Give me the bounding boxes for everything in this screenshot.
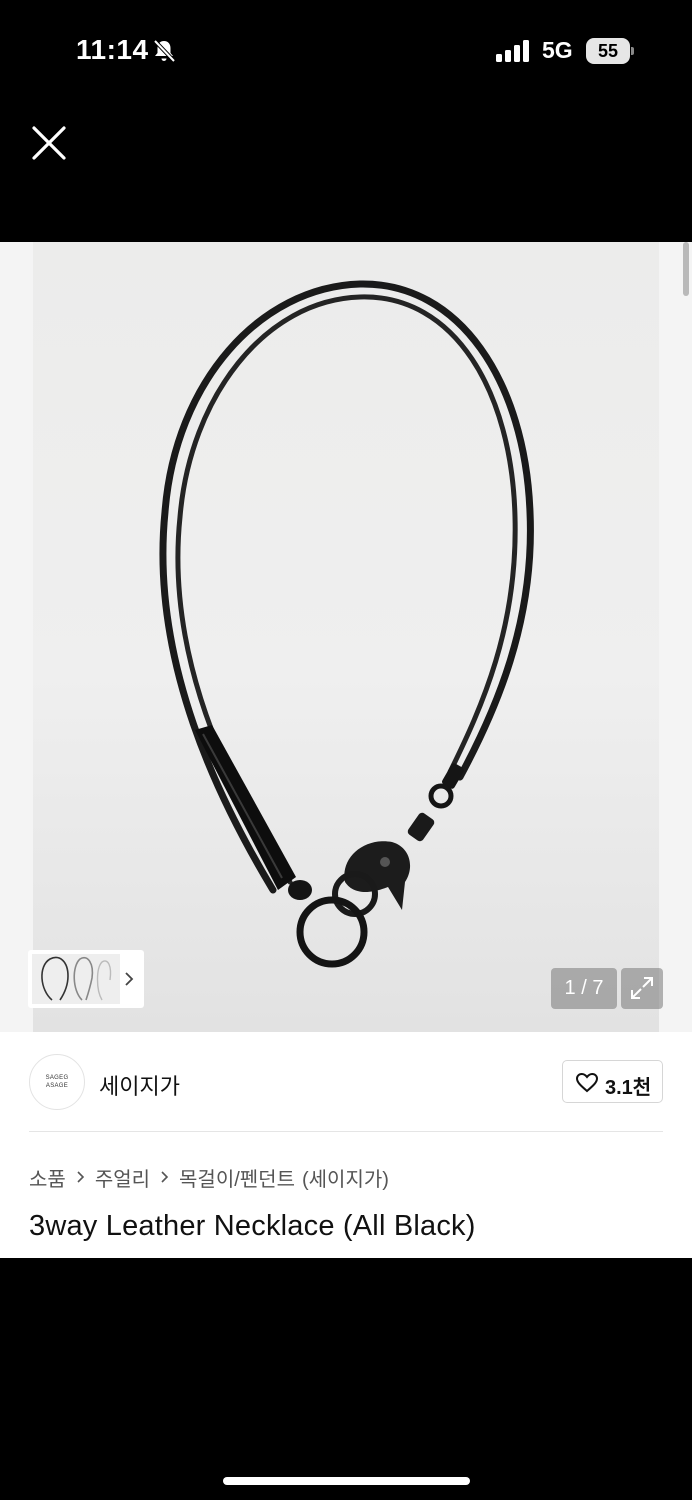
breadcrumb-item-2[interactable]: 주얼리 bbox=[95, 1163, 150, 1192]
breadcrumb-item-1[interactable]: 소품 bbox=[29, 1163, 66, 1192]
brand-logo-line2: ASAGE bbox=[45, 1083, 69, 1089]
thumbnail-image bbox=[32, 954, 120, 1004]
battery-cap bbox=[631, 47, 634, 55]
like-button[interactable]: 3.1천 bbox=[562, 1060, 663, 1103]
product-image-gallery[interactable]: 1 / 7 bbox=[0, 242, 692, 1032]
breadcrumb-item-3[interactable]: 목걸이/펜던트 bbox=[179, 1163, 295, 1192]
chevron-right-icon bbox=[77, 1171, 84, 1183]
like-count: 3.1천 bbox=[605, 1077, 652, 1099]
breadcrumb-brand[interactable]: (세이지가) bbox=[302, 1163, 389, 1192]
product-title: 3way Leather Necklace (All Black) bbox=[29, 1210, 476, 1242]
breadcrumb: 소품 주얼리 목걸이/펜던트 (세이지가) bbox=[29, 1163, 389, 1192]
thumbnail-strip-button[interactable] bbox=[28, 950, 144, 1008]
brand-name[interactable]: 세이지가 bbox=[99, 1069, 180, 1101]
chevron-right-icon bbox=[125, 972, 134, 986]
chevron-right-icon bbox=[161, 1171, 169, 1183]
brand-logo[interactable]: SAGEG ASAGE bbox=[29, 1054, 85, 1110]
battery-level: 55 bbox=[586, 38, 630, 64]
close-icon[interactable] bbox=[28, 122, 70, 164]
bell-off-icon bbox=[153, 39, 176, 63]
status-bar: 11:14 5G 55 bbox=[0, 0, 692, 100]
brand-row: SAGEG ASAGE 세이지가 3.1천 bbox=[0, 1032, 692, 1132]
divider bbox=[29, 1131, 663, 1132]
expand-icon bbox=[631, 977, 653, 999]
battery-icon: 55 bbox=[586, 38, 634, 64]
heart-icon bbox=[576, 1073, 598, 1093]
scroll-indicator[interactable] bbox=[683, 242, 689, 296]
product-image bbox=[159, 280, 534, 968]
network-type: 5G bbox=[542, 37, 573, 63]
bottom-area bbox=[0, 1258, 692, 1500]
expand-button[interactable] bbox=[621, 968, 663, 1009]
brand-logo-line1: SAGEG bbox=[45, 1075, 69, 1081]
image-page-counter: 1 / 7 bbox=[551, 968, 617, 1009]
status-time: 11:14 bbox=[76, 34, 149, 65]
home-indicator[interactable] bbox=[223, 1477, 470, 1485]
top-nav bbox=[0, 100, 692, 242]
signal-icon bbox=[496, 40, 529, 62]
product-info-card: SAGEG ASAGE 세이지가 3.1천 소품 주얼리 목걸이/펜던트 (세이… bbox=[0, 1032, 692, 1258]
